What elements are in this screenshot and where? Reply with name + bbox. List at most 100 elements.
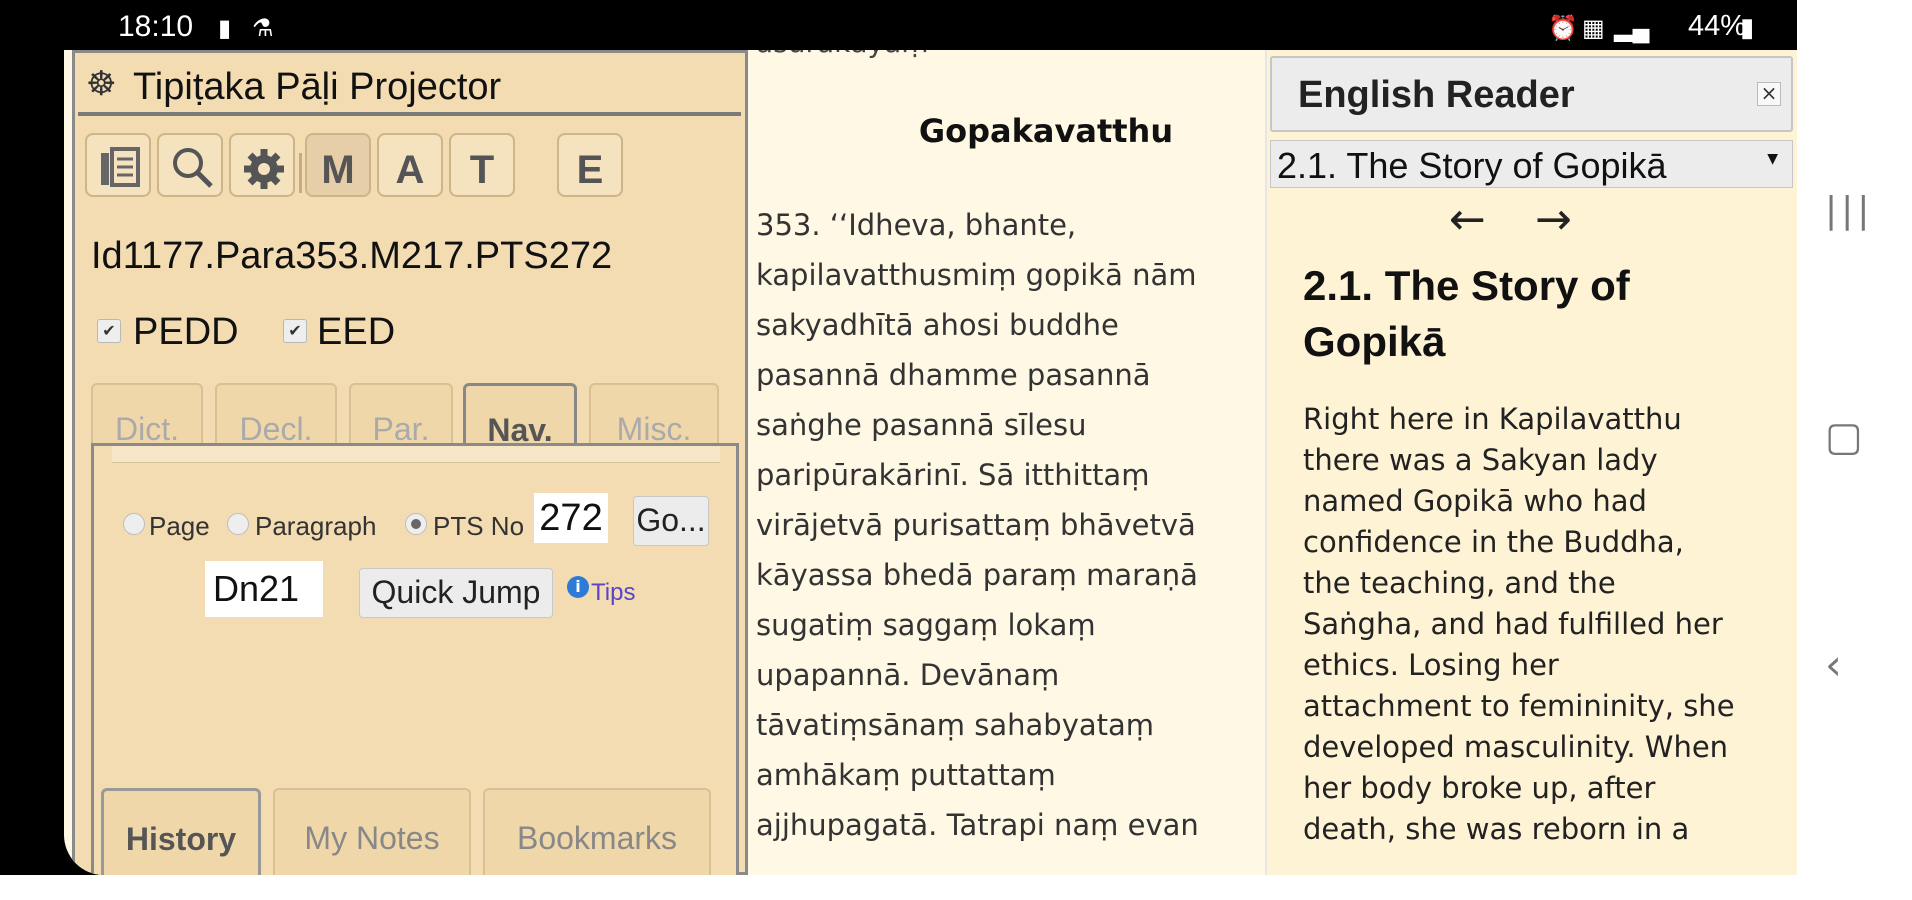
text-line: virājetvā purisattaṃ bhāvetvā: [756, 508, 1196, 542]
reader-title: English Reader: [1298, 74, 1575, 116]
battery-text: 44%: [1688, 10, 1747, 42]
section-heading: Gopakavatthu: [918, 112, 1174, 150]
scrolled-header-strip: [112, 446, 720, 463]
alarm-icon: ⏰: [1548, 15, 1578, 42]
tips-link[interactable]: Tips: [591, 579, 635, 607]
info-icon[interactable]: i: [567, 576, 589, 598]
tab-history[interactable]: History: [101, 788, 261, 875]
paragraph-radio[interactable]: [227, 513, 249, 535]
page-radio[interactable]: [123, 513, 145, 535]
t-button-label: T: [469, 148, 495, 192]
tab-nav[interactable]: Nav.: [463, 383, 577, 445]
pts-radio-label: PTS No: [433, 511, 525, 541]
text-line: pasannā dhamme pasannā: [756, 358, 1151, 392]
tab-label: Par.: [372, 411, 430, 445]
settings-button[interactable]: [229, 133, 295, 197]
back-icon[interactable]: ‹: [1825, 640, 1842, 689]
location-id: Id1177.Para353.M217.PTS272: [91, 235, 613, 277]
forward-arrow-icon[interactable]: →: [1535, 194, 1572, 245]
recent-apps-icon[interactable]: |||: [1825, 190, 1873, 231]
pali-text-area: asurakāyaṃ Gopakavatthu 353. ‘‘Idheva, b…: [756, 50, 1336, 875]
pedd-label: PEDD: [133, 311, 239, 353]
t-button[interactable]: T: [449, 133, 515, 197]
tab-label: Decl.: [239, 411, 313, 445]
a-button-label: A: [395, 148, 425, 192]
m-button-label: M: [321, 148, 355, 192]
tab-bookmarks[interactable]: Bookmarks: [483, 788, 711, 875]
projector-panel: ☸ Tipiṭaka Pāḷi Projector M A T E Id1177…: [72, 50, 748, 875]
search-icon: [173, 148, 213, 188]
android-nav-bar: ||| ▢ ‹: [1797, 0, 1912, 875]
vibrate-icon: ▦: [1582, 15, 1605, 42]
page-radio-label: Page: [149, 511, 210, 541]
reader-line: developed masculinity. When: [1303, 730, 1729, 764]
books-icon: [101, 147, 140, 187]
quick-jump-input[interactable]: Dn21: [205, 561, 323, 617]
e-button[interactable]: E: [557, 133, 623, 197]
bottom-tab-label: My Notes: [304, 820, 440, 856]
eed-label: EED: [317, 311, 396, 353]
quick-jump-button[interactable]: Quick Jump: [359, 568, 553, 618]
reader-line: ethics. Losing her: [1303, 648, 1559, 682]
reader-line: Right here in Kapilavatthu: [1303, 402, 1682, 436]
reader-line: death, she was reborn in a: [1303, 812, 1690, 846]
pedd-checkbox[interactable]: ✔: [97, 319, 121, 343]
toolbar-divider: [299, 153, 302, 193]
english-reader-panel: English Reader × 2.1. The Story of Gopik…: [1265, 50, 1797, 875]
chapter-select-value: 2.1. The Story of Gopikā: [1277, 145, 1667, 186]
gear-icon: [244, 149, 284, 189]
search-button[interactable]: [157, 133, 223, 197]
text-line: sugatiṃ saggaṃ lokaṃ: [756, 608, 1096, 642]
reader-line: there was a Sakyan lady: [1303, 443, 1658, 477]
status-time: 18:10: [118, 10, 194, 43]
text-line: saṅghe pasannā sīlesu: [756, 408, 1087, 442]
panel-titlebar[interactable]: ☸ Tipiṭaka Pāḷi Projector: [78, 56, 741, 116]
pts-number-input[interactable]: 272: [534, 493, 608, 543]
reader-line: attachment to femininity, she: [1303, 689, 1735, 723]
e-button-label: E: [576, 148, 604, 192]
cut-off-text: asurakāyaṃ: [756, 50, 929, 59]
reader-line: confidence in the Buddha,: [1303, 525, 1684, 559]
text-line: sakyadhītā ahosi buddhe: [756, 308, 1119, 342]
text-line: kapilavatthusmiṃ gopikā nām: [756, 258, 1197, 292]
reader-header[interactable]: English Reader ×: [1270, 56, 1793, 132]
tab-par[interactable]: Par.: [349, 383, 453, 445]
text-line: amhākaṃ puttattaṃ: [756, 758, 1056, 792]
storage-icon: ▮: [218, 15, 232, 42]
close-icon[interactable]: ×: [1757, 82, 1781, 106]
tab-my-notes[interactable]: My Notes: [273, 788, 471, 875]
text-line: paripūrakārinī. Sā itthittaṃ: [756, 458, 1150, 492]
phone-frame: 18:10 ▮ ⚗ ⏰ ▦ ▂▄ 44% ▮ ☸ Tipiṭaka Pāḷi P…: [0, 0, 1797, 875]
back-arrow-icon[interactable]: ←: [1449, 194, 1486, 245]
go-button[interactable]: Go...: [633, 496, 709, 546]
bottom-tab-label: Bookmarks: [516, 820, 678, 856]
text-line: upapannā. Devānaṃ: [756, 658, 1060, 692]
app-screen: ☸ Tipiṭaka Pāḷi Projector M A T E Id1177…: [64, 50, 1797, 875]
tab-label: Misc.: [616, 411, 692, 445]
text-line: kāyassa bhedā paraṃ maraṇā: [756, 558, 1198, 592]
reader-line: the teaching, and the: [1303, 566, 1616, 600]
text-line: tāvatiṃsānaṃ sahabyataṃ: [756, 708, 1155, 742]
bottom-tab-label: History: [125, 821, 237, 857]
books-button[interactable]: [85, 133, 151, 197]
usb-icon: ⚗: [252, 15, 274, 42]
pts-radio[interactable]: [405, 513, 427, 535]
dropdown-arrow-icon: ▼: [1767, 151, 1778, 167]
dharma-wheel-icon: ☸: [86, 64, 117, 104]
text-line: 353. ‘‘Idheva, bhante,: [756, 208, 1077, 242]
text-line: ajjhupagatā. Tatrapi naṃ evan: [756, 808, 1199, 842]
tab-label: Dict.: [115, 411, 179, 445]
eed-checkbox[interactable]: ✔: [283, 319, 307, 343]
m-button[interactable]: M: [305, 133, 371, 197]
chapter-select[interactable]: 2.1. The Story of Gopikā ▼: [1270, 140, 1793, 188]
tab-decl[interactable]: Decl.: [215, 383, 337, 445]
paragraph-radio-label: Paragraph: [255, 511, 377, 541]
reader-line: her body broke up, after: [1303, 771, 1656, 805]
reader-line: Saṅgha, and had fulfilled her: [1303, 607, 1723, 641]
tab-dict[interactable]: Dict.: [91, 383, 203, 445]
tab-misc[interactable]: Misc.: [589, 383, 719, 445]
a-button[interactable]: A: [377, 133, 443, 197]
home-icon[interactable]: ▢: [1825, 414, 1863, 460]
reader-heading: 2.1. The Story of Gopikā: [1303, 262, 1630, 365]
reader-line: named Gopikā who had: [1303, 484, 1647, 518]
